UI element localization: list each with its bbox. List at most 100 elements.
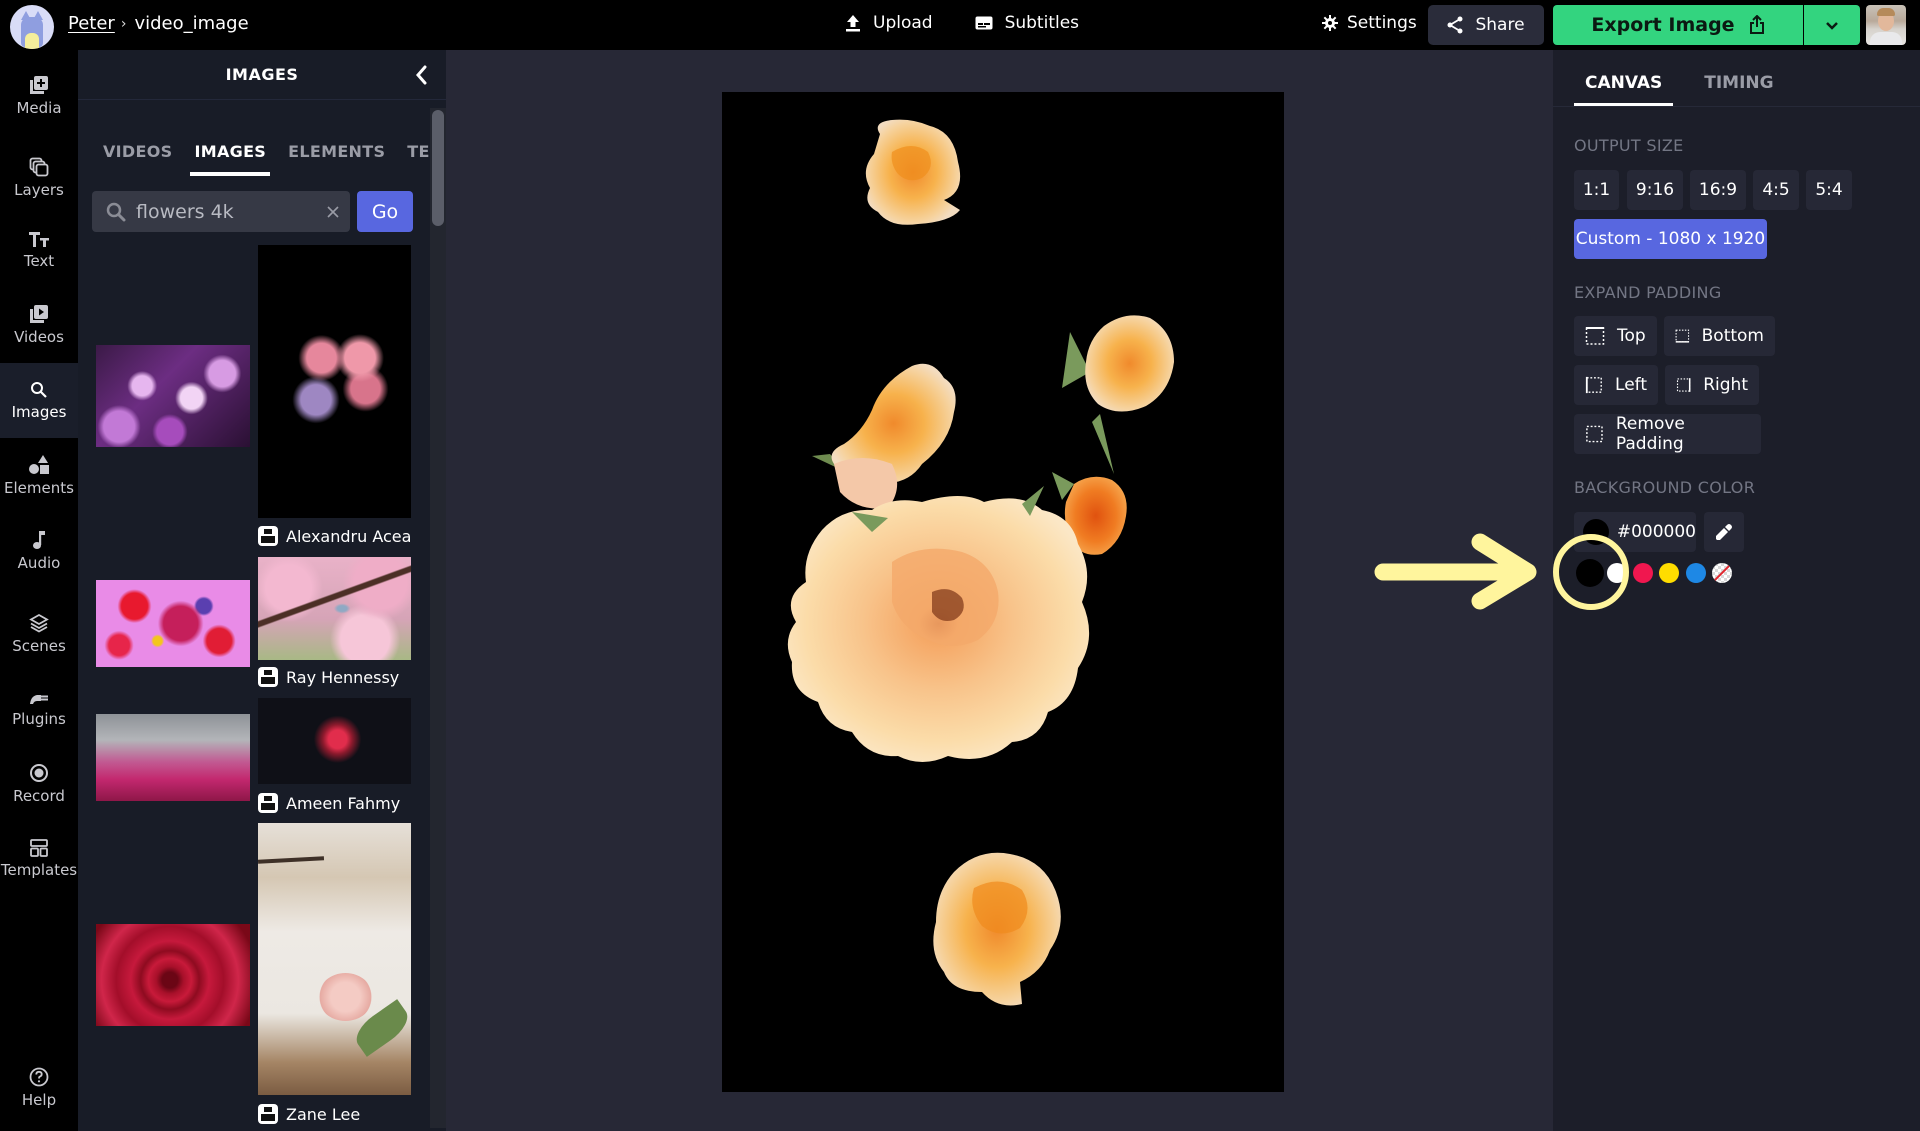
breadcrumb: Peter › video_image: [68, 13, 249, 34]
size-option-4-5[interactable]: 4:5: [1753, 170, 1799, 210]
export-options-button[interactable]: [1804, 5, 1860, 45]
tab-images[interactable]: IMAGES: [190, 142, 271, 176]
size-option-9-16[interactable]: 9:16: [1627, 170, 1683, 210]
breadcrumb-owner-link[interactable]: Peter: [68, 13, 115, 34]
image-credit[interactable]: Ameen Fahmy: [258, 793, 400, 813]
size-option-16-9[interactable]: 16:9: [1690, 170, 1746, 210]
rail-item-elements[interactable]: Elements: [0, 438, 78, 513]
pad-left-button[interactable]: Left: [1574, 365, 1658, 405]
background-color-field[interactable]: #000000: [1574, 512, 1696, 552]
image-credit[interactable]: Alexandru Acea: [258, 526, 411, 546]
scenes-icon: [29, 613, 49, 633]
image-result[interactable]: [96, 580, 250, 667]
unsplash-icon: [258, 793, 278, 813]
image-result[interactable]: [96, 924, 250, 1026]
swatch-transparent[interactable]: [1712, 563, 1732, 583]
scrollbar-thumb[interactable]: [432, 110, 444, 226]
upload-button[interactable]: Upload: [845, 13, 933, 33]
clear-search-button[interactable]: [316, 205, 350, 219]
search-input[interactable]: [126, 200, 316, 223]
share-label: Share: [1475, 15, 1525, 35]
rail-item-plugins[interactable]: Plugins: [0, 671, 78, 746]
rail-item-media[interactable]: Media: [0, 58, 78, 133]
pad-bottom-button[interactable]: Bottom: [1664, 316, 1775, 356]
eyedropper-button[interactable]: [1704, 512, 1744, 552]
rail-item-images[interactable]: Images: [0, 363, 78, 438]
size-option-1-1[interactable]: 1:1: [1574, 170, 1619, 210]
rail-item-videos[interactable]: Videos: [0, 287, 78, 362]
rail-item-scenes[interactable]: Scenes: [0, 596, 78, 671]
properties-panel: CANVAS TIMING OUTPUT SIZE 1:1 9:16 16:9 …: [1553, 50, 1920, 1131]
user-avatar[interactable]: [1866, 5, 1906, 45]
videos-icon: [30, 304, 48, 323]
image-result[interactable]: [258, 698, 411, 784]
plug-icon: [30, 694, 48, 704]
swatch-black[interactable]: [1576, 559, 1604, 587]
unsplash-icon: [258, 1104, 278, 1124]
rail-label: Plugins: [12, 709, 66, 728]
share-button[interactable]: Share: [1428, 5, 1544, 45]
tabs-divider: [1553, 106, 1920, 107]
canvas-artboard[interactable]: [722, 92, 1284, 1092]
tab-elements[interactable]: ELEMENTS: [288, 142, 385, 176]
image-credit[interactable]: Zane Lee: [258, 1104, 360, 1124]
rose-left-mid: [812, 363, 956, 509]
export-label: Export Image: [1591, 14, 1735, 36]
pad-right-button[interactable]: Right: [1665, 365, 1759, 405]
project-name[interactable]: video_image: [134, 13, 248, 34]
rail-label: Audio: [17, 553, 61, 572]
pad-bottom-icon: [1675, 329, 1690, 343]
image-result[interactable]: [258, 557, 411, 660]
media-icon: [30, 75, 48, 94]
roses-image[interactable]: [722, 92, 1284, 1092]
swatch-white[interactable]: [1607, 563, 1627, 583]
pad-top-button[interactable]: Top: [1574, 316, 1657, 356]
export-image-button[interactable]: Export Image: [1553, 5, 1803, 45]
size-option-custom[interactable]: Custom - 1080 x 1920: [1574, 219, 1767, 259]
background-color-hex: #000000: [1616, 522, 1696, 542]
remove-padding-button[interactable]: Remove Padding: [1574, 414, 1761, 454]
rose-large: [787, 486, 1090, 762]
top-bar: Peter › video_image Upload Subtitles Set…: [0, 0, 1920, 50]
settings-button[interactable]: Settings: [1322, 13, 1417, 33]
rail-item-layers[interactable]: Layers: [0, 140, 78, 215]
remove-padding-icon: [1586, 425, 1603, 443]
size-option-5-4[interactable]: 5:4: [1806, 170, 1852, 210]
close-icon: [327, 205, 339, 218]
app-logo[interactable]: [10, 5, 54, 49]
rail-item-templates[interactable]: Templates: [0, 821, 78, 896]
tab-canvas[interactable]: CANVAS: [1574, 73, 1674, 107]
rail-item-record[interactable]: Record: [0, 746, 78, 821]
image-result[interactable]: [258, 823, 411, 1095]
swatch-blue[interactable]: [1686, 563, 1706, 583]
search-go-button[interactable]: Go: [357, 191, 413, 232]
image-result[interactable]: [96, 345, 250, 447]
rail-item-audio[interactable]: Audio: [0, 513, 78, 588]
swatch-red[interactable]: [1633, 563, 1653, 583]
rail-label: Layers: [14, 180, 64, 199]
breadcrumb-separator: ›: [120, 15, 127, 32]
upload-label: Upload: [873, 13, 933, 33]
export-share-icon: [1749, 15, 1764, 34]
credit-name: Ray Hennessy: [286, 667, 400, 687]
subtitles-button[interactable]: Subtitles: [975, 13, 1079, 33]
image-credit[interactable]: Ray Hennessy: [258, 667, 399, 687]
tab-timing[interactable]: TIMING: [1693, 73, 1784, 107]
rail-item-text[interactable]: Text: [0, 212, 78, 287]
rail-item-help[interactable]: Help: [0, 1050, 78, 1125]
swatch-yellow[interactable]: [1659, 563, 1679, 583]
image-result[interactable]: [258, 245, 411, 518]
search-box: [92, 191, 350, 232]
collapse-panel-button[interactable]: [414, 64, 428, 90]
tab-videos[interactable]: VIDEOS: [103, 142, 172, 176]
thumb-branch: [258, 856, 325, 864]
image-result[interactable]: [96, 714, 250, 801]
templates-icon: [30, 838, 48, 857]
panel-scrollbar[interactable]: [430, 108, 446, 1128]
current-color-swatch: [1583, 519, 1609, 545]
pad-top-icon: [1585, 327, 1605, 345]
rail-label: Elements: [4, 478, 74, 497]
pad-right-label: Right: [1703, 375, 1748, 395]
logo-belly: [25, 33, 39, 49]
rose-top: [865, 119, 961, 225]
